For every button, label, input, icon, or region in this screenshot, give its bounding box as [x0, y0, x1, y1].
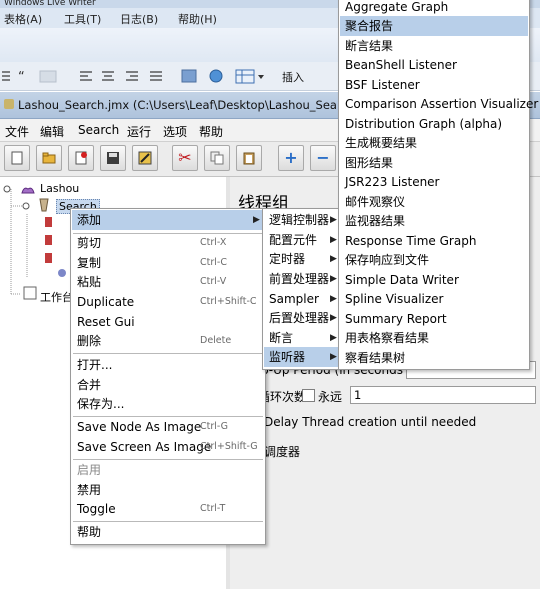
save-screenshot-button[interactable]	[132, 145, 158, 171]
listener-simple-data-writer[interactable]: Simple Data Writer	[340, 270, 528, 290]
plus-icon: +	[284, 148, 298, 167]
menu-edit[interactable]: 编辑	[40, 123, 64, 140]
save-disk-icon	[107, 152, 119, 164]
submenu-config-element[interactable]: 配置元件 ▶	[264, 230, 338, 250]
loop-count-input[interactable]: 1	[350, 386, 536, 404]
menu-options[interactable]: 选项	[163, 123, 187, 140]
folder-open-icon	[42, 152, 56, 164]
menu-help[interactable]: 帮助	[199, 123, 223, 140]
background-menu-help[interactable]: 帮助(H)	[178, 11, 217, 27]
listener-view-results-tree[interactable]: 察看结果树	[340, 348, 528, 368]
tree-node-lashou[interactable]: Lashou	[40, 182, 79, 195]
listener-bsf[interactable]: BSF Listener	[340, 75, 528, 95]
clipboard-icon	[243, 152, 255, 165]
menu-run[interactable]: 运行	[127, 123, 151, 140]
jmeter-app-icon	[4, 99, 14, 109]
context-menu: 添加 ▶ 剪切 Ctrl-X 复制 Ctrl-C 粘贴 Ctrl-V Duplicate…	[70, 208, 266, 545]
listener-view-results-table[interactable]: 用表格察看结果	[340, 328, 528, 348]
menu-item-save-node-image[interactable]: Save Node As Image Ctrl-G	[72, 417, 264, 437]
submenu-post-processor[interactable]: 后置处理器 ▶	[264, 308, 338, 328]
listener-summary-results[interactable]: 生成概要结果	[340, 133, 528, 153]
listener-mailer-visualizer[interactable]: 邮件观察仪	[340, 192, 528, 212]
menu-item-disable[interactable]: 禁用	[72, 480, 264, 500]
menu-item-add[interactable]: 添加 ▶	[72, 210, 264, 230]
delay-thread-checkbox-label[interactable]: Delay Thread creation until needed	[264, 415, 476, 429]
menu-separator	[73, 353, 263, 354]
background-insert-menu[interactable]: 插入	[282, 69, 304, 85]
listener-aggregate-graph[interactable]: Aggregate Graph	[340, 0, 528, 17]
new-button[interactable]	[4, 145, 30, 171]
forever-checkbox-box[interactable]	[302, 389, 315, 402]
listener-assertion-results[interactable]: 断言结果	[340, 36, 528, 56]
background-menu-table[interactable]: 表格(A)	[4, 11, 42, 27]
menu-item-merge[interactable]: 合并	[72, 375, 264, 395]
menu-item-save-as[interactable]: 保存为...	[72, 394, 264, 414]
listener-monitor-results[interactable]: 监视器结果	[340, 211, 528, 231]
paste-button[interactable]	[236, 145, 262, 171]
scheduler-checkbox-label[interactable]: 调度器	[264, 443, 300, 460]
listener-save-responses[interactable]: 保存响应到文件	[340, 250, 528, 270]
listener-response-time-graph[interactable]: Response Time Graph	[340, 231, 528, 251]
listener-submenu: Aggregate Graph 聚合报告 断言结果 BeanShell List…	[338, 0, 538, 370]
new-file-icon	[11, 151, 23, 165]
listener-distribution-graph[interactable]: Distribution Graph (alpha)	[340, 114, 528, 134]
forever-label: 永远	[318, 390, 343, 404]
add-submenu: 逻辑控制器 ▶ 配置元件 ▶ 定时器 ▶ 前置处理器 ▶ Sampler ▶ 后置处理器 ▶…	[262, 208, 340, 370]
menu-search[interactable]: Search	[78, 123, 119, 137]
menu-item-paste[interactable]: 粘贴 Ctrl-V	[72, 272, 264, 292]
open-button[interactable]	[68, 145, 94, 171]
submenu-timer[interactable]: 定时器 ▶	[264, 249, 338, 269]
submenu-sampler[interactable]: Sampler ▶	[264, 289, 338, 309]
menu-item-toggle[interactable]: Toggle Ctrl-T	[72, 499, 264, 519]
menu-item-cut[interactable]: 剪切 Ctrl-X	[72, 233, 264, 253]
tree-node-workbench[interactable]: 工作台	[40, 289, 73, 305]
submenu-pre-processor[interactable]: 前置处理器 ▶	[264, 269, 338, 289]
expand-all-button[interactable]: +	[278, 145, 304, 171]
menu-item-duplicate[interactable]: Duplicate Ctrl+Shift-C	[72, 292, 264, 312]
listener-jsr223[interactable]: JSR223 Listener	[340, 172, 528, 192]
menu-file[interactable]: 文件	[5, 123, 29, 140]
menu-item-enable[interactable]: 启用	[72, 460, 264, 480]
listener-graph-results[interactable]: 图形结果	[340, 153, 528, 173]
svg-text:“: “	[18, 70, 25, 85]
cut-button[interactable]: ✂	[172, 145, 198, 171]
copy-icon	[210, 151, 224, 165]
menu-item-help[interactable]: 帮助	[72, 522, 264, 542]
edit-pencil-icon	[138, 151, 152, 165]
listener-spline-visualizer[interactable]: Spline Visualizer	[340, 289, 528, 309]
menu-item-reset-gui[interactable]: Reset Gui	[72, 312, 264, 332]
listener-comparison-assertion[interactable]: Comparison Assertion Visualizer	[340, 94, 538, 114]
background-menu-blog[interactable]: 日志(B)	[120, 11, 158, 27]
submenu-logic-controller[interactable]: 逻辑控制器 ▶	[264, 210, 338, 230]
listener-beanshell[interactable]: BeanShell Listener	[340, 55, 528, 75]
listener-summary-report[interactable]: Summary Report	[340, 309, 528, 329]
menu-item-save-screen-image[interactable]: Save Screen As Image Ctrl+Shift-G	[72, 437, 264, 457]
scissors-icon: ✂	[178, 148, 192, 167]
templates-button[interactable]	[36, 145, 62, 171]
submenu-listener[interactable]: 监听器 ▶	[264, 347, 338, 367]
background-toolbar-icons: “	[2, 69, 264, 85]
menu-item-open[interactable]: 打开...	[72, 355, 264, 375]
copy-button[interactable]	[204, 145, 230, 171]
forever-checkbox[interactable]: 永远	[302, 388, 342, 405]
save-button[interactable]	[100, 145, 126, 171]
open-file-icon	[75, 151, 87, 165]
background-menu-tools[interactable]: 工具(T)	[64, 11, 101, 27]
minus-icon: −	[316, 148, 330, 167]
collapse-all-button[interactable]: −	[310, 145, 336, 171]
menu-item-delete[interactable]: 删除 Delete	[72, 331, 264, 351]
listener-aggregate-report[interactable]: 聚合报告	[340, 16, 528, 36]
submenu-arrow-icon: ▶	[253, 215, 260, 225]
menu-item-copy[interactable]: 复制 Ctrl-C	[72, 253, 264, 273]
submenu-assertion[interactable]: 断言 ▶	[264, 328, 338, 348]
